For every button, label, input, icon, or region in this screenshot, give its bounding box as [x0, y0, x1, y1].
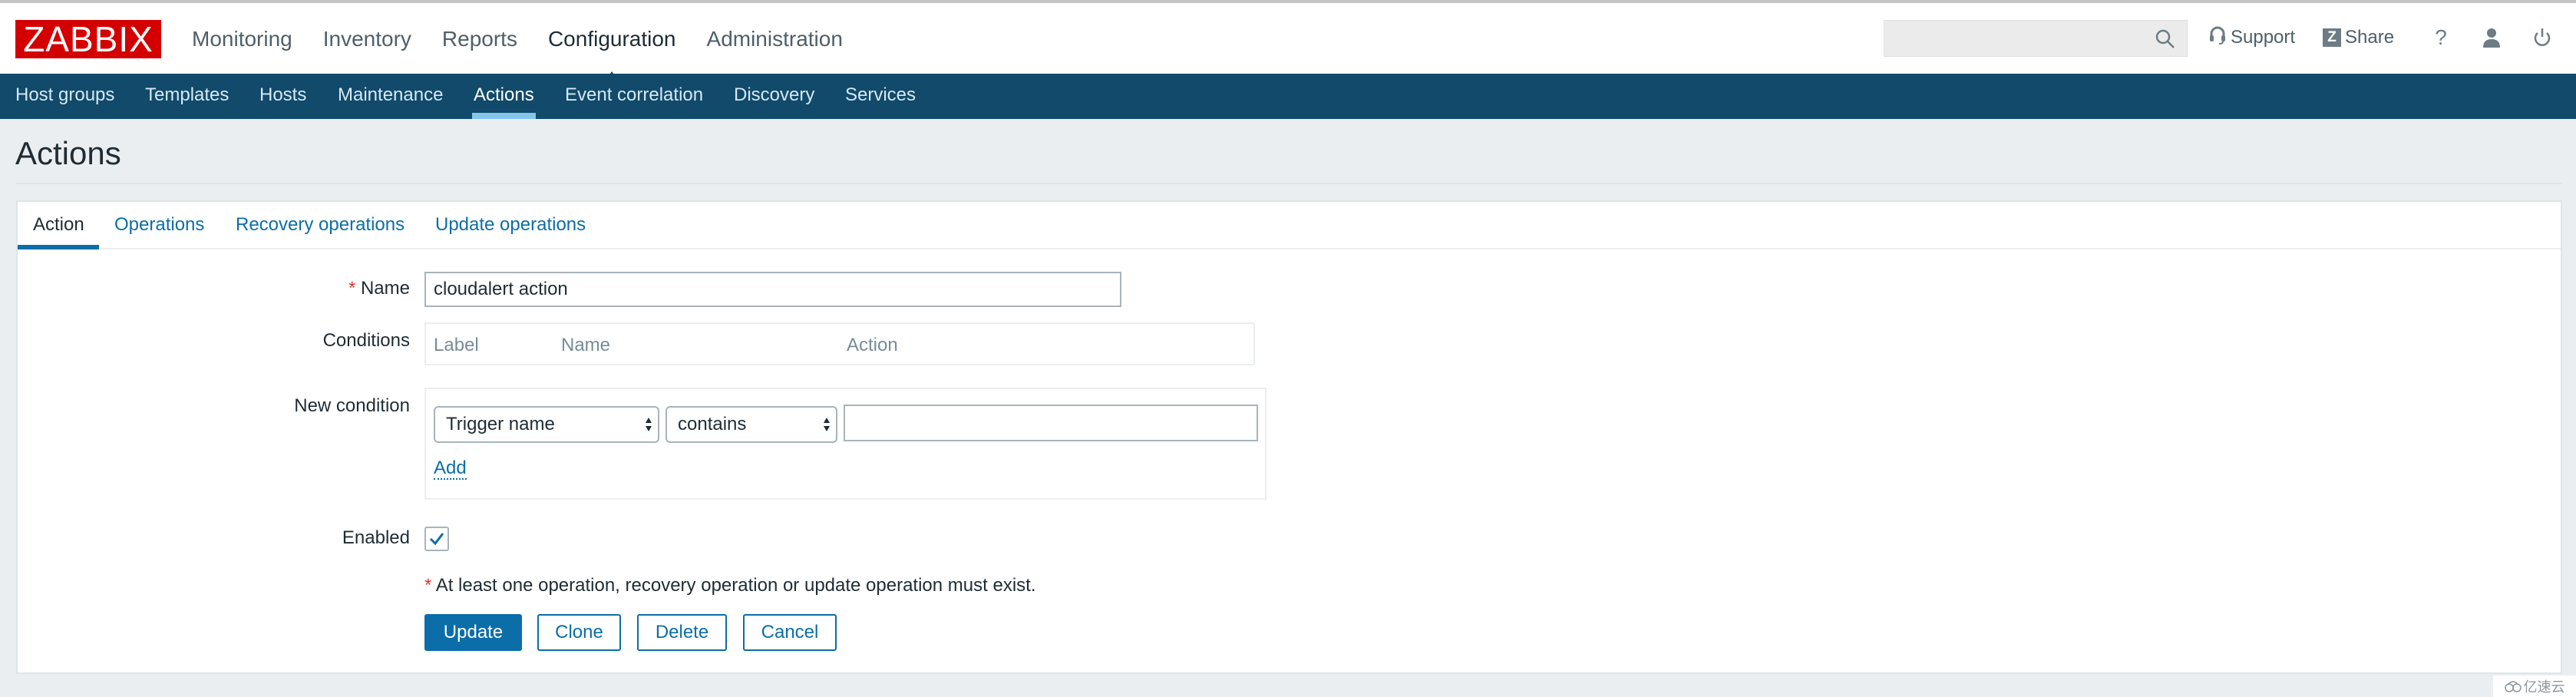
- main-menu-inventory[interactable]: Inventory: [323, 27, 411, 51]
- action-form-panel: Action Operations Recovery operations Up…: [16, 200, 2562, 674]
- support-link[interactable]: Support: [2209, 22, 2295, 53]
- main-menu-reports[interactable]: Reports: [442, 27, 517, 51]
- subnav-discovery[interactable]: Discovery: [734, 74, 814, 119]
- share-label: Share: [2345, 27, 2395, 48]
- add-condition-link[interactable]: Add: [434, 458, 467, 480]
- subnav-maintenance[interactable]: Maintenance: [338, 74, 443, 119]
- share-link[interactable]: Z Share: [2323, 22, 2394, 53]
- condition-type-select[interactable]: Trigger name: [434, 406, 659, 443]
- subnav-actions[interactable]: Actions: [472, 74, 536, 119]
- conditions-col-name: Name: [561, 335, 611, 355]
- main-menu-administration[interactable]: Administration: [707, 27, 843, 51]
- active-tab-indicator: [18, 245, 99, 249]
- main-menu-monitoring[interactable]: Monitoring: [192, 27, 292, 51]
- cloud-icon: [2504, 681, 2522, 692]
- tab-operations[interactable]: Operations: [114, 214, 204, 236]
- delete-button[interactable]: Delete: [637, 614, 727, 651]
- user-icon[interactable]: [2478, 24, 2505, 51]
- search-input[interactable]: [1884, 21, 2145, 56]
- search-icon[interactable]: [2155, 28, 2176, 50]
- main-menu-configuration[interactable]: Configuration: [548, 27, 676, 85]
- main-menu: Monitoring Inventory Reports Configurati…: [192, 4, 874, 85]
- condition-operator-select[interactable]: contains: [665, 406, 837, 443]
- subnav-services[interactable]: Services: [845, 74, 916, 119]
- operations-required-note: * At least one operation, recovery opera…: [424, 575, 1036, 596]
- watermark: 亿速云: [2493, 676, 2576, 697]
- subnav-event-correlation[interactable]: Event correlation: [565, 74, 703, 119]
- page-title: Actions: [15, 135, 121, 171]
- subnav-templates[interactable]: Templates: [145, 74, 229, 119]
- subnav-hosts[interactable]: Hosts: [259, 74, 306, 119]
- update-button[interactable]: Update: [424, 614, 522, 651]
- subnav-host-groups[interactable]: Host groups: [15, 74, 114, 119]
- new-condition-box: Trigger name contains Add: [424, 388, 1267, 500]
- search-box: [1884, 20, 2188, 57]
- support-label: Support: [2231, 27, 2296, 48]
- enabled-label: Enabled: [342, 527, 410, 548]
- power-icon[interactable]: [2528, 24, 2556, 51]
- tab-recovery-operations[interactable]: Recovery operations: [236, 214, 405, 236]
- select-arrows-icon: [824, 418, 830, 431]
- sub-navigation: Host groups Templates Hosts Maintenance …: [0, 74, 2576, 119]
- share-z-icon: Z: [2323, 28, 2341, 47]
- condition-value-input[interactable]: [844, 405, 1258, 441]
- checkmark-icon: [429, 533, 444, 546]
- tab-update-operations[interactable]: Update operations: [435, 214, 586, 236]
- tab-action[interactable]: Action: [33, 214, 84, 236]
- name-input[interactable]: [424, 272, 1121, 307]
- clone-button[interactable]: Clone: [537, 614, 621, 651]
- conditions-col-label: Label: [434, 335, 479, 355]
- cancel-button[interactable]: Cancel: [743, 614, 837, 651]
- enabled-checkbox[interactable]: [424, 527, 449, 551]
- name-label: * Name: [348, 278, 410, 299]
- zabbix-logo[interactable]: ZABBIX: [15, 20, 161, 58]
- help-icon[interactable]: ?: [2427, 24, 2455, 51]
- required-mark: *: [348, 278, 356, 299]
- select-arrows-icon: [646, 418, 652, 431]
- conditions-col-action: Action: [847, 335, 898, 355]
- form-tabs: Action Operations Recovery operations Up…: [18, 202, 2561, 249]
- header: ZABBIX Monitoring Inventory Reports Conf…: [0, 4, 2576, 85]
- conditions-label: Conditions: [322, 330, 410, 351]
- conditions-table: Label Name Action: [424, 322, 1255, 365]
- title-divider: [15, 183, 2562, 184]
- new-condition-label: New condition: [294, 395, 410, 416]
- headset-icon: [2209, 25, 2231, 51]
